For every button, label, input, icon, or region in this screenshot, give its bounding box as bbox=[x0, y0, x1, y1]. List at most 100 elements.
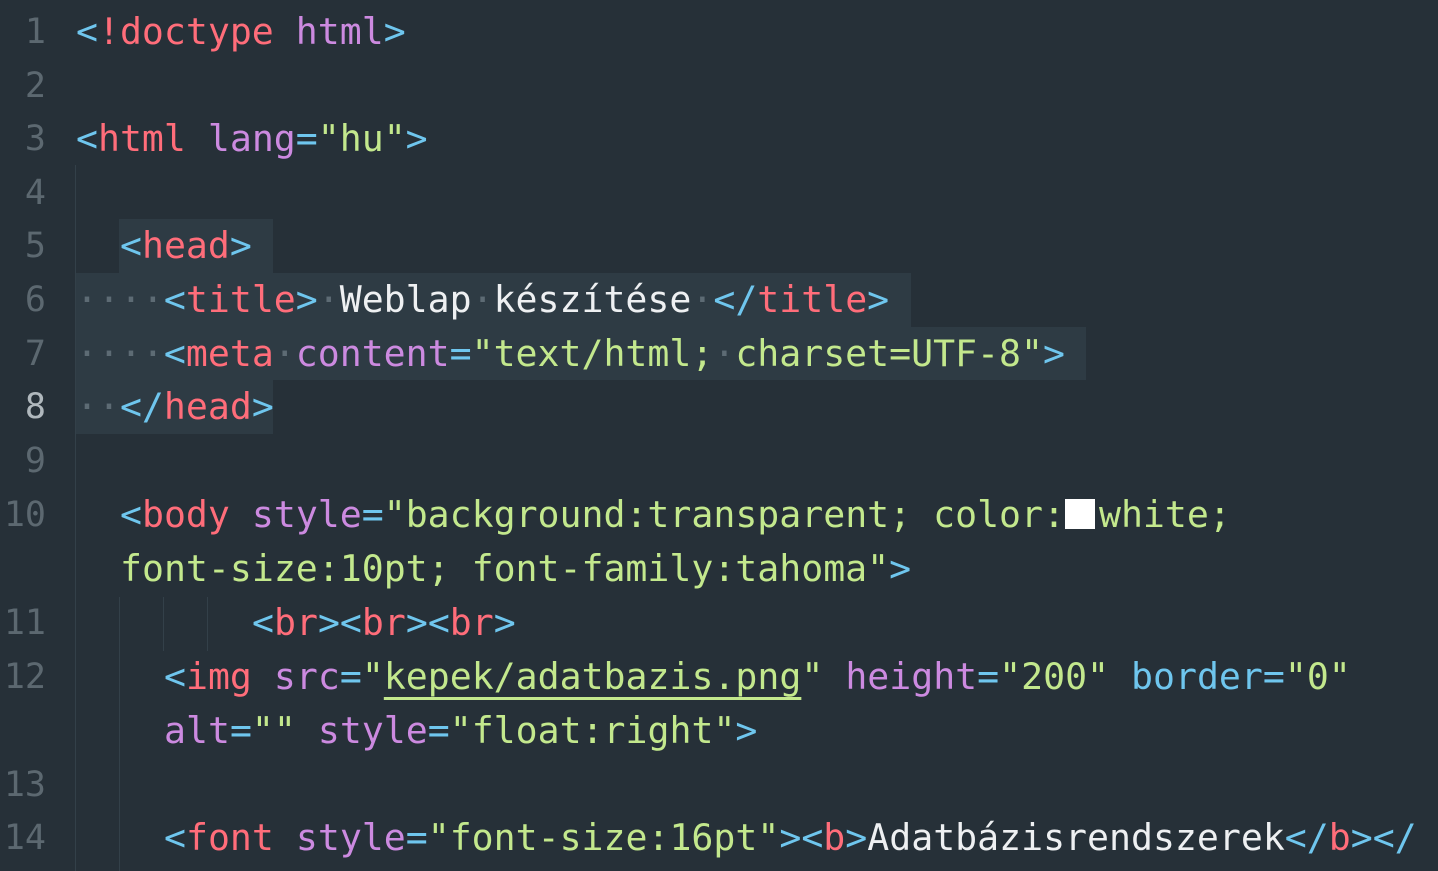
token: > bbox=[889, 547, 912, 590]
code-line-11[interactable]: <br><br><br> bbox=[252, 596, 516, 650]
token: > bbox=[251, 385, 274, 428]
token: "font-size:16pt" bbox=[427, 816, 780, 859]
token: > bbox=[867, 278, 890, 321]
token: </ bbox=[1284, 816, 1329, 859]
token: Adatbázisrendszerek bbox=[867, 816, 1285, 859]
token: html bbox=[295, 10, 384, 53]
token: "background:transparent; bbox=[383, 493, 912, 536]
token: head bbox=[141, 224, 230, 267]
token: "" bbox=[251, 709, 296, 752]
token: lang bbox=[207, 117, 296, 160]
indent-guide bbox=[75, 165, 76, 871]
token: ></ bbox=[1350, 816, 1417, 859]
code-editor[interactable]: 1 2 3 4 5 6 7 8 9 10 11 12 13 14 <!docty… bbox=[0, 0, 1438, 871]
indent-guide bbox=[207, 597, 208, 651]
code-line-3[interactable]: <html lang="hu"> bbox=[76, 112, 428, 166]
file-link[interactable]: kepek/adatbazis.png bbox=[384, 655, 802, 698]
token: b bbox=[823, 816, 846, 859]
whitespace-dots: · bbox=[471, 278, 494, 321]
code-line-7[interactable]: ····<meta·content="text/html;·charset=UT… bbox=[76, 327, 1065, 381]
token: < bbox=[252, 601, 274, 644]
token: border bbox=[1131, 655, 1263, 698]
line-number-active: 8 bbox=[24, 387, 46, 427]
line-number: 3 bbox=[24, 119, 46, 159]
line-number: 13 bbox=[3, 765, 46, 805]
token: title bbox=[185, 278, 296, 321]
code-line-6[interactable]: ····<title>·Weblap·készítése·</title> bbox=[76, 273, 889, 327]
token: content bbox=[295, 332, 450, 375]
token: style bbox=[317, 709, 428, 752]
token: = bbox=[977, 655, 1000, 698]
code-line-12[interactable]: <img src="kepek/adatbazis.png" height="2… bbox=[164, 650, 1351, 704]
code-line-10[interactable]: <body style="background:transparent; col… bbox=[120, 488, 1231, 542]
token: >< bbox=[779, 816, 824, 859]
token: white; bbox=[1098, 493, 1231, 536]
token: >< bbox=[317, 601, 362, 644]
token: > bbox=[405, 117, 428, 160]
token: < bbox=[164, 816, 186, 859]
token: src bbox=[273, 655, 340, 698]
token: = bbox=[229, 709, 252, 752]
line-number: 12 bbox=[3, 657, 46, 697]
token: "hu" bbox=[317, 117, 406, 160]
token: Weblap bbox=[339, 278, 472, 321]
whitespace-dots: ···· bbox=[76, 332, 164, 375]
token: < bbox=[120, 493, 142, 536]
token: font-size:10pt; bbox=[120, 547, 450, 590]
token: "0" bbox=[1284, 655, 1351, 698]
line-number: 7 bbox=[24, 334, 46, 374]
token: > bbox=[1042, 332, 1065, 375]
token: font bbox=[185, 816, 274, 859]
code-line-1[interactable]: <!doctype html> bbox=[76, 5, 406, 59]
line-number: 1 bbox=[24, 12, 46, 52]
color-swatch-icon[interactable] bbox=[1064, 499, 1095, 529]
token: meta bbox=[185, 332, 274, 375]
token: "200" bbox=[999, 655, 1110, 698]
token: = bbox=[339, 655, 362, 698]
token: > bbox=[295, 278, 318, 321]
token: "float:right" bbox=[449, 709, 736, 752]
token: body bbox=[141, 493, 230, 536]
code-line-10-wrap[interactable]: font-size:10pt; font-family:tahoma"> bbox=[120, 542, 911, 596]
code-line-5[interactable]: <head> bbox=[120, 219, 252, 273]
token: < bbox=[164, 655, 186, 698]
token: < bbox=[120, 224, 142, 267]
token: head bbox=[163, 385, 252, 428]
line-number: 2 bbox=[24, 66, 46, 106]
token: height bbox=[845, 655, 978, 698]
token: készítése bbox=[493, 278, 692, 321]
token: > bbox=[845, 816, 868, 859]
code-line-14[interactable]: <font style="font-size:16pt"><b>Adatbázi… bbox=[164, 811, 1417, 865]
line-number: 9 bbox=[24, 441, 46, 481]
indent-guide bbox=[119, 597, 120, 871]
token: br bbox=[449, 601, 494, 644]
token: > bbox=[493, 601, 516, 644]
token: alt bbox=[164, 709, 230, 752]
token: < bbox=[163, 278, 186, 321]
token: " bbox=[361, 655, 384, 698]
token: "text/html; bbox=[471, 332, 714, 375]
code-line-8[interactable]: ··</head> bbox=[76, 380, 274, 434]
line-number: 14 bbox=[3, 818, 46, 858]
token: br bbox=[361, 601, 406, 644]
token: = bbox=[295, 117, 318, 160]
token: html bbox=[97, 117, 186, 160]
indent-guide bbox=[163, 597, 164, 651]
line-number: 10 bbox=[3, 495, 46, 535]
code-line-12-wrap[interactable]: alt="" style="float:right"> bbox=[164, 704, 757, 758]
line-number: 4 bbox=[24, 173, 46, 213]
token: = bbox=[405, 816, 428, 859]
whitespace-dots: · bbox=[273, 332, 296, 375]
token: br bbox=[273, 601, 318, 644]
token: > bbox=[735, 709, 758, 752]
token: title bbox=[757, 278, 868, 321]
